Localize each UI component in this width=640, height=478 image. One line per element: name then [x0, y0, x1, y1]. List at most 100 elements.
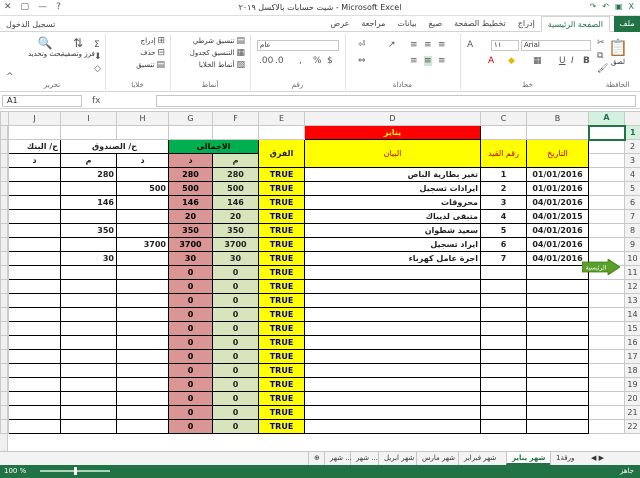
cell-G20[interactable]: 0 — [168, 391, 213, 406]
tab-2[interactable]: تخطيط الصفحة — [448, 16, 512, 32]
column-header-J[interactable]: J — [8, 111, 61, 126]
tab-3[interactable]: صيغ — [423, 16, 448, 32]
cell-B9[interactable]: 04/01/2016 — [526, 237, 589, 252]
cell-C7[interactable]: 4 — [480, 209, 527, 224]
cell-H1[interactable] — [116, 125, 169, 140]
cell-D15[interactable] — [304, 321, 481, 336]
cell-C13[interactable] — [480, 293, 527, 308]
cell-E19[interactable]: TRUE — [258, 377, 305, 392]
cell-H21[interactable] — [116, 405, 169, 420]
cell-E7[interactable]: TRUE — [258, 209, 305, 224]
cell-E9[interactable]: TRUE — [258, 237, 305, 252]
diff-header[interactable]: الفرق — [258, 139, 305, 168]
cell-I9[interactable] — [60, 237, 117, 252]
cell-B14[interactable] — [526, 307, 589, 322]
cell-B10[interactable]: 04/01/2016 — [526, 251, 589, 266]
cell-A9[interactable] — [588, 237, 625, 252]
cell-F18[interactable]: 0 — [212, 363, 259, 378]
cell-G6[interactable]: 146 — [168, 195, 213, 210]
row-header-12[interactable]: 12 — [624, 279, 640, 294]
cell-H13[interactable] — [116, 293, 169, 308]
cell-C1[interactable] — [480, 125, 527, 140]
cell-D21[interactable] — [304, 405, 481, 420]
cell-G18[interactable]: 0 — [168, 363, 213, 378]
cell-G16[interactable]: 0 — [168, 335, 213, 350]
cell-J7[interactable] — [8, 209, 61, 224]
column-header-I[interactable]: I — [60, 111, 117, 126]
box-debit-header[interactable]: م — [60, 153, 117, 168]
cell-C22[interactable] — [480, 419, 527, 434]
format-painter-icon[interactable]: 🖌 — [597, 64, 608, 74]
cell-G13[interactable]: 0 — [168, 293, 213, 308]
cell-F1[interactable] — [212, 125, 259, 140]
cell-B19[interactable] — [526, 377, 589, 392]
sheet-tab-2[interactable]: شهر فبراير — [458, 452, 506, 465]
align-left-icon[interactable]: ≡ — [410, 56, 418, 66]
cell-A2[interactable] — [588, 139, 625, 154]
bank-credit-header[interactable]: د — [8, 153, 61, 168]
cell-D9[interactable]: ايراد تسجيل — [304, 237, 481, 252]
cell-I13[interactable] — [60, 293, 117, 308]
cell-H9[interactable]: 3700 — [116, 237, 169, 252]
desc-header[interactable]: البيان — [304, 139, 481, 168]
cell-J5[interactable] — [8, 181, 61, 196]
cell-I18[interactable] — [60, 363, 117, 378]
grow-font-icon[interactable]: A — [467, 40, 473, 50]
cell-J20[interactable] — [8, 391, 61, 406]
bank-header[interactable]: ح/ البنك — [8, 139, 61, 154]
cell-B7[interactable]: 04/01/2015 — [526, 209, 589, 224]
cell-A6[interactable] — [588, 195, 625, 210]
cell-F8[interactable]: 350 — [212, 223, 259, 238]
total-header[interactable]: الاجمالى — [168, 139, 259, 154]
total-credit-header[interactable]: د — [168, 153, 213, 168]
cell-B4[interactable]: 01/01/2016 — [526, 167, 589, 182]
cell-G10[interactable]: 30 — [168, 251, 213, 266]
cell-I4[interactable]: 280 — [60, 167, 117, 182]
cell-D4[interactable]: تغير بطارية الباص — [304, 167, 481, 182]
column-header-H[interactable]: H — [116, 111, 169, 126]
sheet-tab-6[interactable]: شهر ... — [324, 452, 352, 465]
cell-D22[interactable] — [304, 419, 481, 434]
row-header-15[interactable]: 15 — [624, 321, 640, 336]
cell-A13[interactable] — [588, 293, 625, 308]
cell-G5[interactable]: 500 — [168, 181, 213, 196]
cell-D11[interactable] — [304, 265, 481, 280]
cell-F12[interactable]: 0 — [212, 279, 259, 294]
cell-C11[interactable] — [480, 265, 527, 280]
column-header-E[interactable]: E — [258, 111, 305, 126]
cell-H7[interactable] — [116, 209, 169, 224]
cell-J1[interactable] — [8, 125, 61, 140]
column-header-F[interactable]: F — [212, 111, 259, 126]
tab-1[interactable]: إدراج — [512, 16, 541, 32]
cell-B1[interactable] — [526, 125, 589, 140]
column-header-C[interactable]: C — [480, 111, 527, 126]
row-header-1[interactable]: 1 — [624, 125, 640, 140]
align-bottom-icon[interactable]: ≡ — [410, 40, 418, 50]
cell-F14[interactable]: 0 — [212, 307, 259, 322]
cell-I16[interactable] — [60, 335, 117, 350]
cell-E4[interactable]: TRUE — [258, 167, 305, 182]
cell-F7[interactable]: 20 — [212, 209, 259, 224]
cell-A17[interactable] — [588, 349, 625, 364]
cell-C15[interactable] — [480, 321, 527, 336]
row-header-14[interactable]: 14 — [624, 307, 640, 322]
cell-A12[interactable] — [588, 279, 625, 294]
cell-J16[interactable] — [8, 335, 61, 350]
cell-H17[interactable] — [116, 349, 169, 364]
cell-B12[interactable] — [526, 279, 589, 294]
cell-I7[interactable] — [60, 209, 117, 224]
cell-C10[interactable]: 7 — [480, 251, 527, 266]
cell-A20[interactable] — [588, 391, 625, 406]
cell-J11[interactable] — [8, 265, 61, 280]
bold-icon[interactable]: B — [583, 56, 590, 66]
align-top-icon[interactable]: ≡ — [438, 40, 446, 50]
find-select-button[interactable]: 🔍 بحث وتحديد — [28, 36, 63, 58]
cell-C21[interactable] — [480, 405, 527, 420]
italic-icon[interactable]: I — [571, 56, 574, 66]
select-all-corner[interactable] — [624, 111, 640, 126]
cell-A5[interactable] — [588, 181, 625, 196]
cell-B21[interactable] — [526, 405, 589, 420]
cell-C8[interactable]: 5 — [480, 223, 527, 238]
cell-B13[interactable] — [526, 293, 589, 308]
align-middle-icon[interactable]: ≡ — [424, 40, 432, 50]
